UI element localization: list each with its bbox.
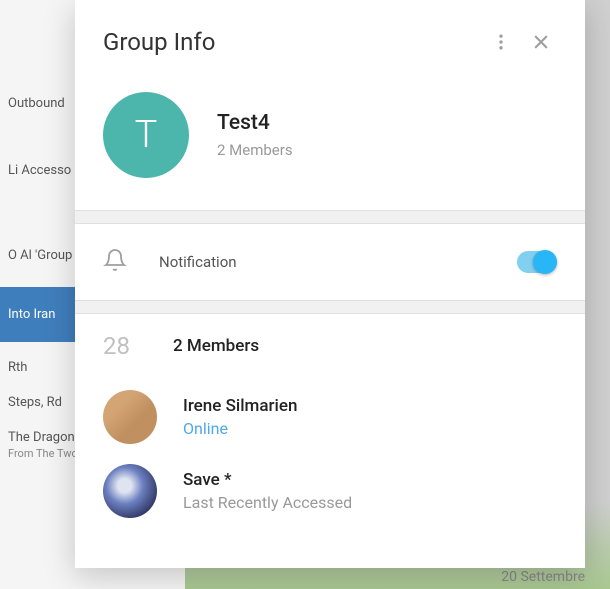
member-name: Irene Silmarien <box>183 396 297 416</box>
group-summary: T Test4 2 Members <box>75 74 585 210</box>
section-divider <box>75 300 585 314</box>
notification-toggle[interactable] <box>517 251 557 273</box>
people-icon: 28 <box>103 332 145 360</box>
modal-header: Group Info <box>75 0 585 74</box>
more-options-button[interactable] <box>481 22 521 62</box>
member-status: Last Recently Accessed <box>183 493 352 512</box>
member-name: Save * <box>183 470 352 490</box>
member-row[interactable]: Irene Silmarien Online <box>103 380 557 454</box>
more-vertical-icon <box>491 32 511 52</box>
member-avatar <box>103 464 157 518</box>
member-info: Irene Silmarien Online <box>183 396 297 438</box>
group-info-modal: Group Info T Test4 2 Members Notificatio… <box>75 0 585 568</box>
notification-label: Notification <box>159 253 485 271</box>
toggle-knob <box>533 250 557 274</box>
member-row[interactable]: Save * Last Recently Accessed <box>103 454 557 528</box>
background-date: 20 Settembre <box>501 569 585 585</box>
notification-row: Notification <box>75 224 585 300</box>
members-title: 2 Members <box>173 336 259 356</box>
group-name: Test4 <box>217 111 293 135</box>
close-icon <box>531 32 551 52</box>
group-avatar[interactable]: T <box>103 92 189 178</box>
section-divider <box>75 210 585 224</box>
group-member-count: 2 Members <box>217 141 293 159</box>
member-status: Online <box>183 419 297 438</box>
members-section: 28 2 Members Irene Silmarien Online Save… <box>75 314 585 528</box>
member-avatar <box>103 390 157 444</box>
group-meta: Test4 2 Members <box>217 111 293 159</box>
modal-title: Group Info <box>103 28 481 56</box>
close-button[interactable] <box>521 22 561 62</box>
member-info: Save * Last Recently Accessed <box>183 470 352 512</box>
bell-icon <box>103 248 127 276</box>
members-header: 28 2 Members <box>103 332 557 360</box>
